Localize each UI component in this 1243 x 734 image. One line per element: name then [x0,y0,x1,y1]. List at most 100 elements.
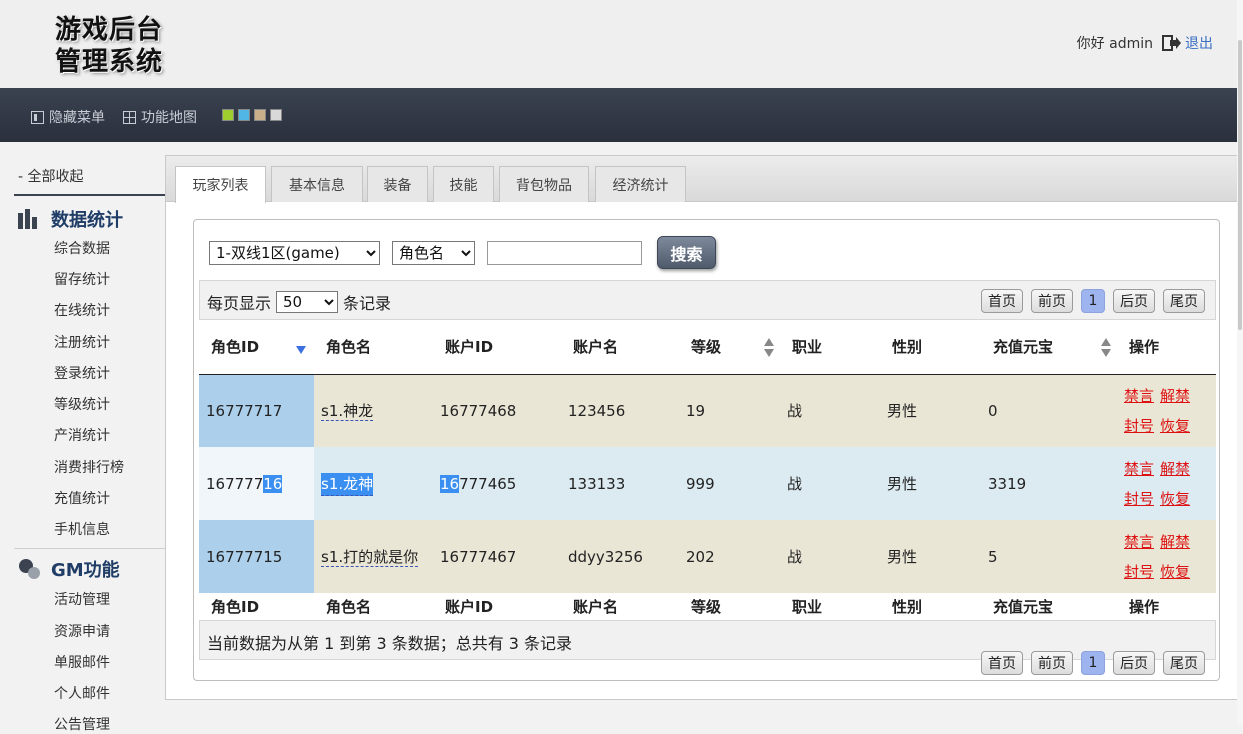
tab-player-list[interactable]: 玩家列表 [175,166,266,203]
restore-link[interactable]: 恢复 [1160,563,1190,581]
first-page-button[interactable]: 首页 [981,651,1023,675]
table-row: 16777715 s1.打的就是你 16777467 ddyy3256 202 … [199,520,1216,593]
sidebar-item-register[interactable]: 注册统计 [54,332,110,352]
col-role-id[interactable]: 角色ID [199,320,314,375]
greeting-text: 你好 admin [1076,36,1153,52]
role-name-link[interactable]: s1.打的就是你 [321,548,419,567]
page-size-prefix: 每页显示 [207,294,272,313]
last-page-button[interactable]: 尾页 [1163,651,1205,675]
cell-gender: 男性 [880,447,981,520]
cell-gold: 5 [981,520,1117,593]
prev-page-button[interactable]: 前页 [1031,651,1073,675]
sidebar-item-login[interactable]: 登录统计 [54,363,110,383]
nav-bar: 隐藏菜单 功能地图 [0,88,1243,142]
col-account-id[interactable]: 账户ID [433,320,561,375]
col-level[interactable]: 等级 [679,320,780,375]
sidebar-item-online[interactable]: 在线统计 [54,300,110,320]
cell-account-id: 16777468 [433,374,561,447]
col-gold[interactable]: 充值元宝 [981,320,1117,375]
role-name-link[interactable]: s1.龙神 [321,473,374,496]
col-job[interactable]: 职业 [780,320,880,375]
section-stats-label: 数据统计 [51,210,123,231]
cell-account-id: 16777465 [433,447,561,520]
last-page-button[interactable]: 尾页 [1163,289,1205,313]
sidebar-item-level[interactable]: 等级统计 [54,394,110,414]
tab-equipment[interactable]: 装备 [367,166,428,202]
restore-link[interactable]: 恢复 [1160,490,1190,508]
sidebar-item-retention[interactable]: 留存统计 [54,269,110,289]
col-gender[interactable]: 性别 [880,320,981,375]
sidebar-item-overview[interactable]: 综合数据 [54,238,110,258]
tab-skills[interactable]: 技能 [433,166,494,202]
field-select[interactable]: 角色名 [392,240,475,265]
section-gm-label: GM功能 [51,560,120,581]
ban-link[interactable]: 封号 [1124,490,1154,508]
section-gm-title[interactable]: GM功能 [18,556,120,582]
collapse-all-link[interactable]: - 全部收起 [18,166,84,186]
sidebar-item-spending-rank[interactable]: 消费排行榜 [54,457,124,477]
next-page-button[interactable]: 后页 [1113,651,1155,675]
sidebar-item-notices[interactable]: 公告管理 [54,714,110,734]
page-scrollbar[interactable] [1237,0,1243,724]
tab-basic-info[interactable]: 基本信息 [271,166,363,202]
search-input[interactable] [487,240,642,265]
site-map-button[interactable]: 功能地图 [123,107,197,127]
hide-menu-button[interactable]: 隐藏菜单 [31,107,105,127]
unmute-link[interactable]: 解禁 [1160,460,1190,478]
theme-green-swatch[interactable] [222,109,234,121]
search-filters: 1-双线1区(game) 角色名 搜索 [209,236,716,269]
first-page-button[interactable]: 首页 [981,289,1023,313]
sidebar-item-phone[interactable]: 手机信息 [54,519,110,539]
page-size-control: 每页显示 50 条记录 [207,290,391,314]
col-role-name[interactable]: 角色名 [314,320,433,375]
ban-link[interactable]: 封号 [1124,417,1154,435]
search-button[interactable]: 搜索 [657,236,716,269]
cell-level: 999 [679,447,780,520]
theme-blue-swatch[interactable] [238,109,250,121]
cell-account-name: ddyy3256 [561,520,679,593]
sidebar-item-personal-mail[interactable]: 个人邮件 [54,683,110,703]
player-table: 角色ID 角色名 账户ID 账户名 等级 职业 性别 充值元宝 操作 16777… [199,320,1216,622]
theme-tan-swatch[interactable] [254,109,266,121]
current-page-button[interactable]: 1 [1081,651,1105,675]
restore-link[interactable]: 恢复 [1160,417,1190,435]
logout-label: 退出 [1185,36,1213,52]
section-stats-title[interactable]: 数据统计 [18,206,123,232]
role-name-link[interactable]: s1.神龙 [321,402,374,422]
page-size-select[interactable]: 50 [276,291,339,313]
mute-link[interactable]: 禁言 [1124,387,1154,405]
foot-level: 等级 [679,593,780,622]
mute-link[interactable]: 禁言 [1124,533,1154,551]
sidebar-item-production[interactable]: 产消统计 [54,425,110,445]
next-page-button[interactable]: 后页 [1113,289,1155,313]
player-list-panel: 1-双线1区(game) 角色名 搜索 每页显示 50 条记录 首页 前页 1 … [193,219,1220,681]
sidebar-item-recharge[interactable]: 充值统计 [54,488,110,508]
sidebar-item-server-mail[interactable]: 单服邮件 [54,652,110,672]
tab-economy[interactable]: 经济统计 [595,166,686,202]
sidebar-item-resources[interactable]: 资源申请 [54,621,110,641]
gm-icon [19,559,40,579]
mute-link[interactable]: 禁言 [1124,460,1154,478]
cell-role-id: 16777716 [199,447,314,520]
current-page-button[interactable]: 1 [1081,289,1105,313]
cell-job: 战 [780,447,880,520]
unmute-link[interactable]: 解禁 [1160,387,1190,405]
tab-inventory[interactable]: 背包物品 [499,166,589,202]
logout-link[interactable]: 退出 [1161,33,1213,53]
cell-role-id: 16777715 [199,520,314,593]
ban-link[interactable]: 封号 [1124,563,1154,581]
sidebar-item-events[interactable]: 活动管理 [54,589,110,609]
cell-job: 战 [780,520,880,593]
logo-line-1: 游戏后台 [55,15,164,45]
theme-gray-swatch[interactable] [270,109,282,121]
server-select[interactable]: 1-双线1区(game) [209,240,380,265]
top-header: 游戏后台 管理系统 你好 admin 退出 [0,0,1243,88]
cell-role-name: s1.龙神 [314,447,433,520]
col-account-name[interactable]: 账户名 [561,320,679,375]
cell-role-id: 16777717 [199,374,314,447]
prev-page-button[interactable]: 前页 [1031,289,1073,313]
unmute-link[interactable]: 解禁 [1160,533,1190,551]
cell-gold: 0 [981,374,1117,447]
main-content: 玩家列表 基本信息 装备 技能 背包物品 经济统计 1-双线1区(game) 角… [165,155,1243,700]
scrollbar-thumb[interactable] [1238,40,1242,330]
